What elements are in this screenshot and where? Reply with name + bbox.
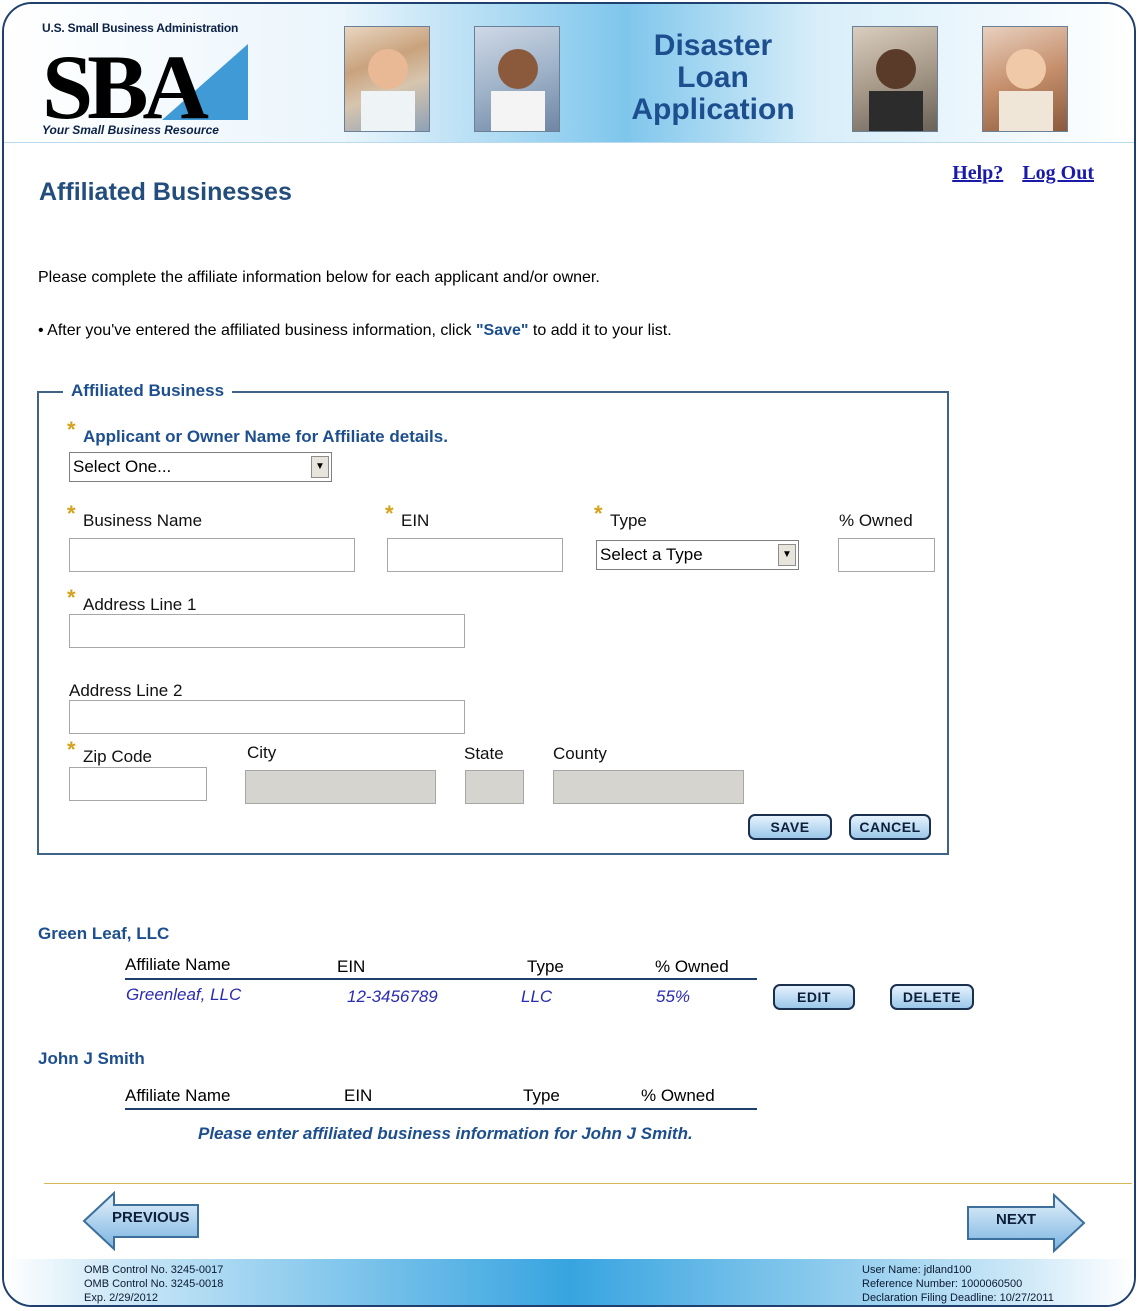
help-link[interactable]: Help?: [952, 162, 1003, 184]
omb-info: OMB Control No. 3245-0017 OMB Control No…: [84, 1263, 223, 1305]
type-select-value: Select a Type: [600, 545, 703, 564]
zip-input[interactable]: [69, 767, 207, 801]
app-frame: U.S. Small Business Administration SBA Y…: [2, 2, 1136, 1307]
county-input: [553, 770, 744, 804]
col-type: Type: [523, 1086, 560, 1105]
row-ein: 12-3456789: [347, 987, 438, 1006]
user-name: User Name: jdland100: [862, 1264, 972, 1276]
required-marker: *: [67, 501, 76, 526]
photo-doctor: [474, 26, 560, 132]
omb-control-2: OMB Control No. 3245-0018: [84, 1278, 224, 1290]
address2-input[interactable]: [69, 700, 465, 734]
business-name-label: Business Name: [83, 511, 203, 530]
top-links: Help? Log Out: [938, 162, 1094, 185]
state-label: State: [464, 744, 504, 763]
required-marker: *: [67, 585, 76, 610]
header-banner: U.S. Small Business Administration SBA Y…: [4, 4, 1134, 143]
state-input: [465, 770, 524, 804]
owner-heading-green-leaf: Green Leaf, LLC: [38, 924, 170, 943]
address2-label: Address Line 2: [69, 681, 183, 700]
col-owned: % Owned: [641, 1086, 715, 1105]
filing-deadline: Declaration Filing Deadline: 10/27/2011: [862, 1292, 1054, 1304]
table-divider: [125, 1108, 757, 1110]
zip-label: Zip Code: [83, 747, 152, 766]
required-marker: *: [385, 501, 394, 526]
row-type: LLC: [521, 987, 553, 1006]
table-divider: [125, 978, 757, 980]
owned-label: % Owned: [839, 511, 913, 530]
owner-select-value: Select One...: [73, 457, 172, 476]
col-ein: EIN: [344, 1086, 373, 1105]
edit-button[interactable]: EDIT: [773, 984, 855, 1010]
owner-select[interactable]: Select One... ▼: [69, 452, 332, 482]
intro-text: Please complete the affiliate informatio…: [38, 269, 600, 286]
col-owned: % Owned: [655, 957, 729, 976]
omb-control-1: OMB Control No. 3245-0017: [84, 1264, 224, 1276]
owner-heading-john-smith: John J Smith: [38, 1049, 145, 1068]
next-button[interactable]: NEXT: [966, 1192, 1086, 1254]
session-info: User Name: jdland100 Reference Number: 1…: [862, 1263, 1054, 1305]
photo-woman: [982, 26, 1068, 132]
address1-label: Address Line 1: [83, 595, 197, 614]
col-ein: EIN: [337, 957, 366, 976]
agency-name: U.S. Small Business Administration: [42, 21, 239, 35]
required-marker: *: [67, 737, 76, 762]
chevron-down-icon: ▼: [778, 544, 796, 566]
photo-baker: [344, 26, 430, 132]
reference-number: Reference Number: 1000060500: [862, 1278, 1023, 1290]
ein-label: EIN: [401, 511, 430, 530]
type-label: Type: [610, 511, 647, 530]
previous-button[interactable]: PREVIOUS: [82, 1190, 202, 1252]
business-name-input[interactable]: [69, 538, 355, 572]
county-label: County: [553, 744, 607, 763]
page-title: Affiliated Businesses: [39, 178, 292, 206]
row-owned: 55%: [656, 987, 691, 1006]
form-legend: Affiliated Business: [63, 381, 233, 401]
required-marker: *: [594, 501, 603, 526]
photo-man: [852, 26, 938, 132]
cancel-button[interactable]: CANCEL: [849, 814, 931, 840]
city-input: [245, 770, 436, 804]
owner-name-label: Applicant or Owner Name for Affiliate de…: [83, 427, 448, 446]
address1-input[interactable]: [69, 614, 465, 648]
footer-bar: OMB Control No. 3245-0017 OMB Control No…: [4, 1259, 1134, 1305]
omb-expiration: Exp. 2/29/2012: [84, 1292, 159, 1304]
empty-affiliates-message: Please enter affiliated business informa…: [198, 1124, 693, 1143]
row-affiliate-name: Greenleaf, LLC: [126, 985, 242, 1004]
col-type: Type: [527, 957, 564, 976]
type-select[interactable]: Select a Type ▼: [596, 540, 799, 570]
col-affiliate-name: Affiliate Name: [125, 1086, 231, 1105]
ein-input[interactable]: [387, 538, 563, 572]
affiliated-business-form: Affiliated Business * Applicant or Owner…: [37, 381, 949, 855]
city-label: City: [247, 743, 277, 762]
tagline: Your Small Business Resource: [42, 123, 219, 137]
owned-input[interactable]: [838, 538, 935, 572]
section-divider: [44, 1183, 1132, 1184]
delete-button[interactable]: DELETE: [890, 984, 974, 1010]
required-marker: *: [67, 417, 76, 442]
app-title: Disaster Loan Application: [631, 29, 795, 126]
save-button[interactable]: SAVE: [748, 814, 832, 840]
previous-label: PREVIOUS: [112, 1209, 190, 1226]
col-affiliate-name: Affiliate Name: [125, 955, 231, 974]
next-label: NEXT: [996, 1211, 1037, 1228]
logout-link[interactable]: Log Out: [1022, 162, 1094, 184]
save-instruction: • After you've entered the affiliated bu…: [38, 322, 672, 339]
chevron-down-icon: ▼: [311, 456, 329, 478]
